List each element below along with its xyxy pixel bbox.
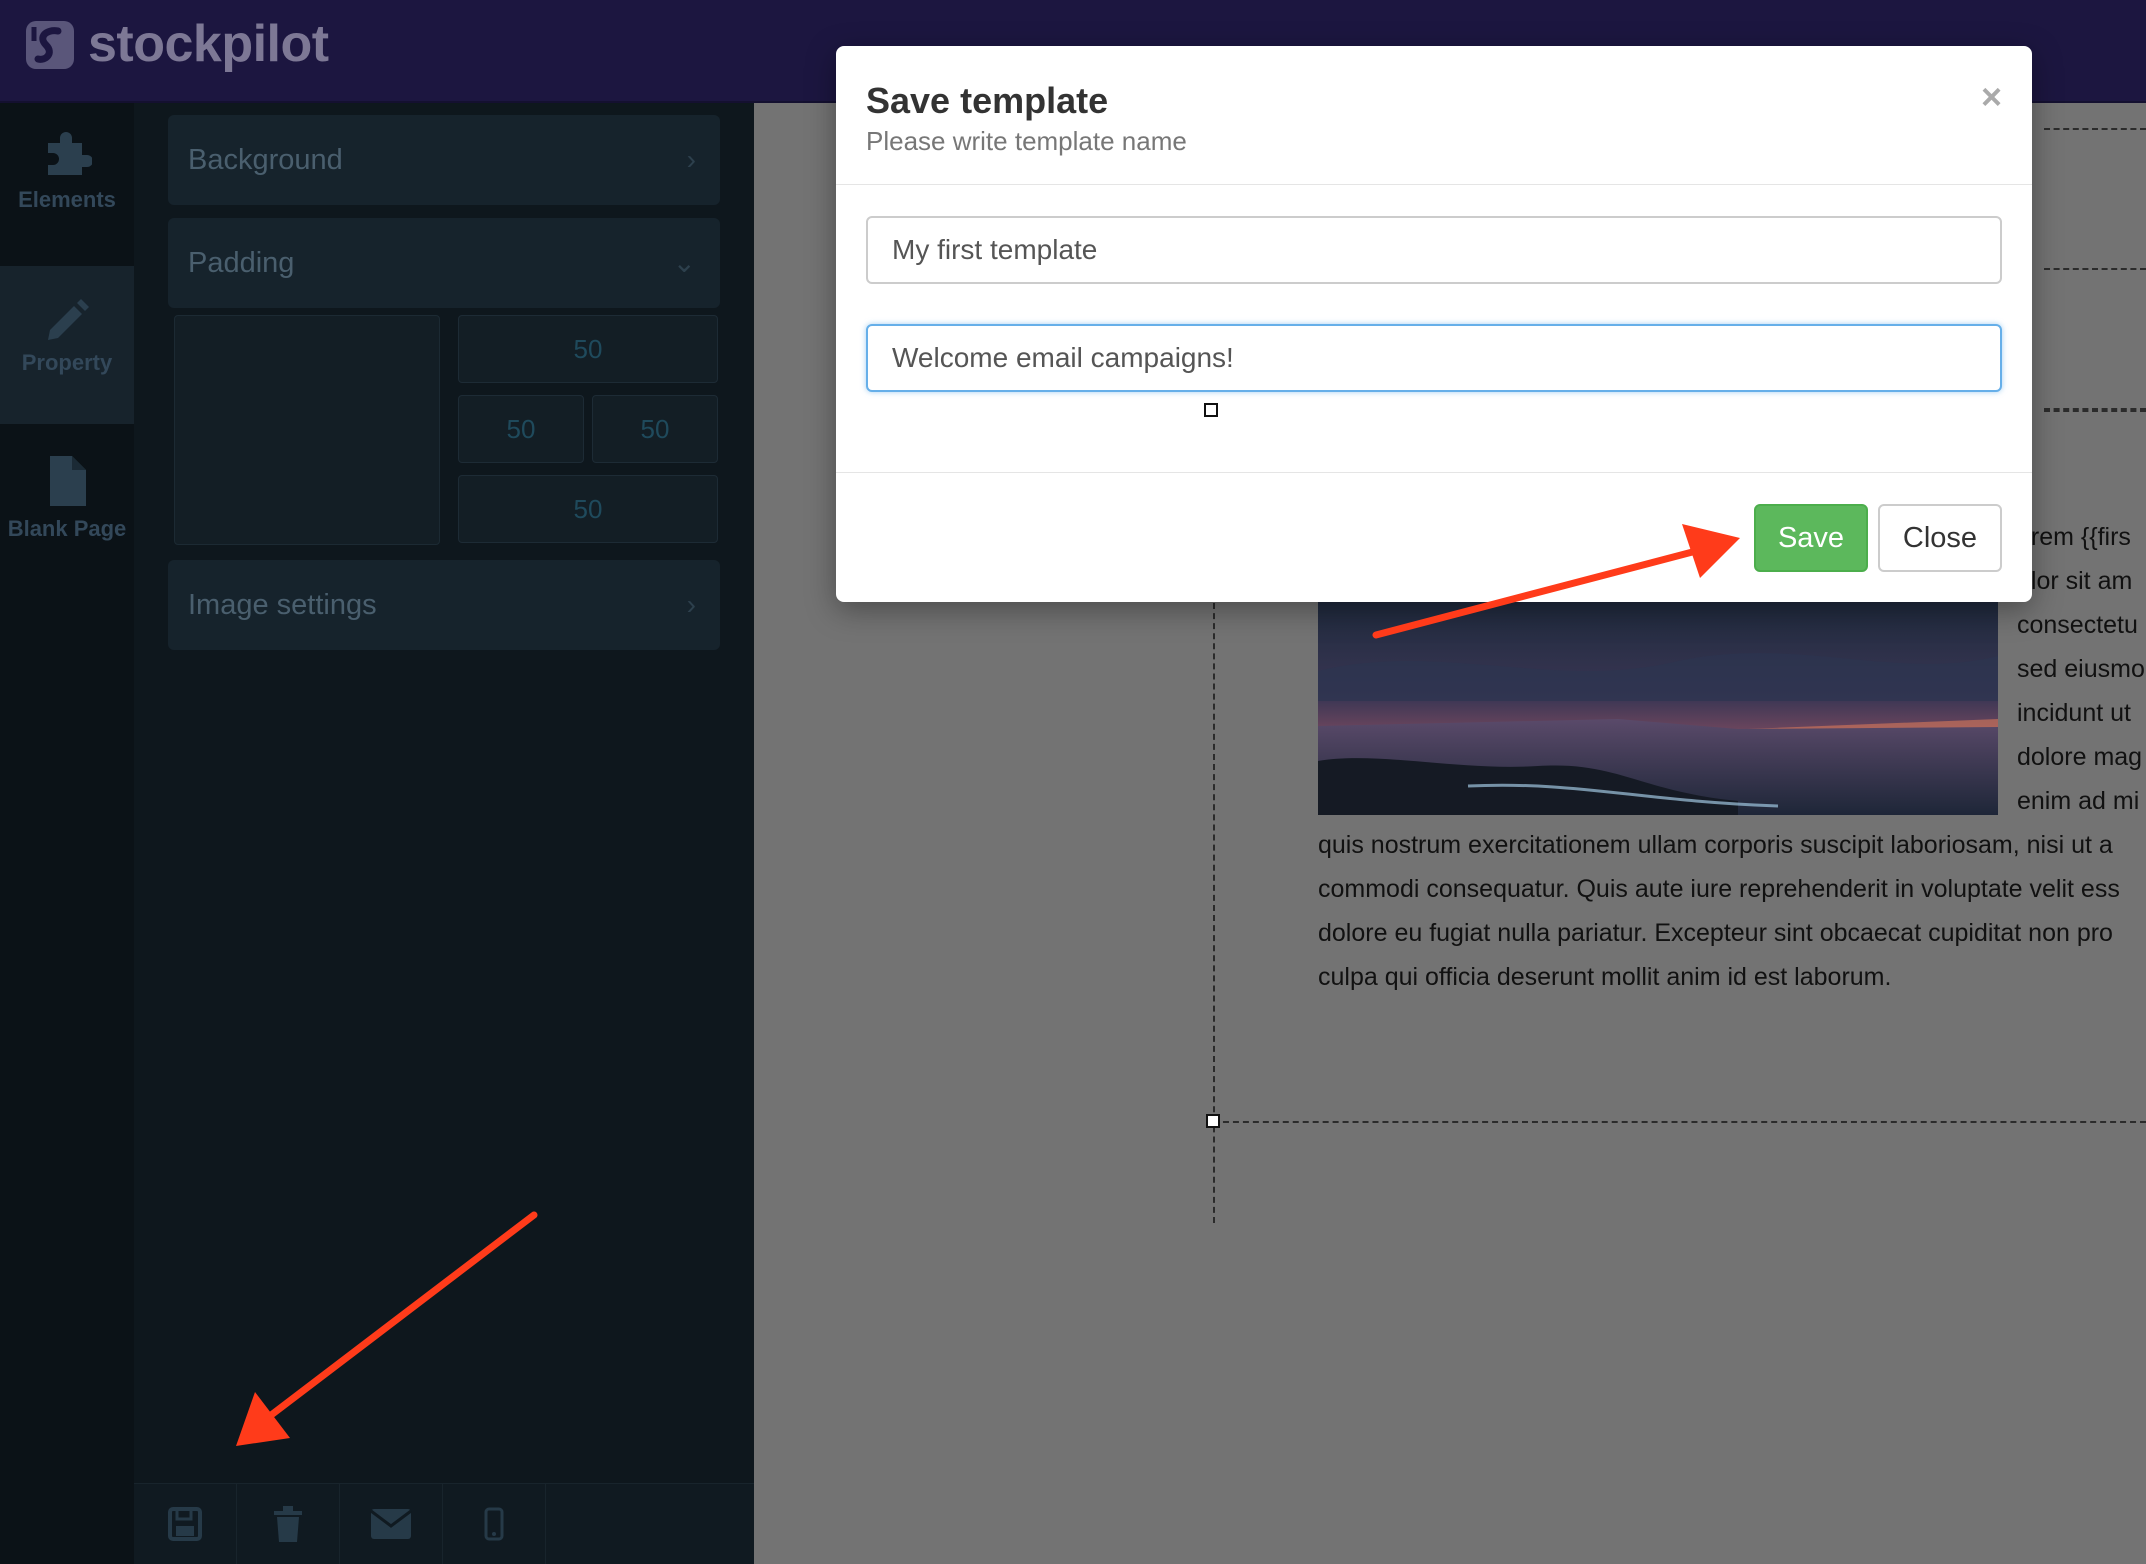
rail-label: Property <box>21 350 113 375</box>
padding-left-input[interactable]: 50 <box>458 395 584 463</box>
chevron-right-icon: › <box>686 144 696 175</box>
block-outline <box>2044 268 2146 270</box>
rail-item-elements[interactable]: Elements <box>0 103 134 261</box>
padding-bottom-input[interactable]: 50 <box>458 475 718 543</box>
mobile-icon <box>484 1507 504 1541</box>
template-name-field[interactable] <box>866 216 2002 284</box>
selected-block-outline <box>1213 603 1215 1223</box>
canvas-text-line: enim ad mi <box>2017 787 2140 815</box>
divider <box>836 472 2032 473</box>
rail-item-property[interactable]: Property <box>0 266 134 424</box>
canvas-text-line: sed eiusmo <box>2017 655 2145 683</box>
canvas-text-line: culpa qui officia deserunt mollit anim i… <box>1318 963 1892 991</box>
selected-block-outline <box>1213 1121 2146 1123</box>
padding-right-input[interactable]: 50 <box>592 395 718 463</box>
canvas-text-line: commodi consequatur. Quis aute iure repr… <box>1318 875 2120 903</box>
beach-sunset-image[interactable] <box>1318 601 1998 815</box>
resize-handle[interactable] <box>1206 1114 1220 1128</box>
save-template-modal: Save template Please write template name… <box>836 46 2032 602</box>
padding-top-input[interactable]: 50 <box>458 315 718 383</box>
bottom-toolbar <box>134 1483 754 1564</box>
divider <box>836 184 2032 185</box>
canvas-text-line: dolore eu fugiat nulla pariatur. Excepte… <box>1318 919 2113 947</box>
accordion-label: Image settings <box>188 589 377 621</box>
trash-icon <box>274 1506 302 1542</box>
brand-name: stockpilot <box>88 15 329 73</box>
accordion-image-settings[interactable]: Image settings › <box>168 560 720 650</box>
chevron-down-icon: ⌄ <box>672 247 696 278</box>
accordion-padding[interactable]: Padding ⌄ <box>168 218 720 308</box>
rail-label: Blank Page <box>7 516 127 541</box>
accordion-background[interactable]: Background › <box>168 115 720 205</box>
accordion-label: Padding <box>188 247 295 279</box>
canvas-text-line: orem {{firs <box>2017 523 2131 551</box>
resize-handle[interactable] <box>1204 403 1218 417</box>
chevron-right-icon: › <box>686 589 696 620</box>
delete-button[interactable] <box>237 1484 340 1564</box>
logo-icon <box>26 21 74 69</box>
rail-item-blank-page[interactable]: Blank Page <box>0 428 134 586</box>
pencil-icon <box>48 299 89 340</box>
accordion-label: Background <box>188 144 343 176</box>
close-icon[interactable]: × <box>1981 76 2002 118</box>
envelope-icon <box>370 1509 412 1539</box>
block-outline <box>2044 410 2146 412</box>
block-outline <box>2044 128 2146 130</box>
padding-preview <box>174 315 440 545</box>
canvas-text-line: olor sit am <box>2017 567 2133 595</box>
sidebar-rail: Elements Property Blank Page <box>0 103 134 1564</box>
file-icon <box>50 456 86 506</box>
mobile-preview-button[interactable] <box>443 1484 546 1564</box>
template-description-field[interactable] <box>866 324 2002 392</box>
canvas-text-line: consectetu <box>2017 611 2138 639</box>
canvas-text-line: quis nostrum exercitationem ullam corpor… <box>1318 831 2113 859</box>
save-button[interactable]: Save <box>1754 504 1868 572</box>
send-email-button[interactable] <box>340 1484 443 1564</box>
puzzle-icon <box>48 132 92 175</box>
canvas-text-line: incidunt ut <box>2017 699 2131 727</box>
settings-panel: Background › Padding ⌄ 50 50 50 50 Image… <box>134 103 754 1564</box>
canvas-text-line: dolore mag <box>2017 743 2143 771</box>
modal-title: Save template <box>866 80 1109 121</box>
close-button[interactable]: Close <box>1878 504 2002 572</box>
modal-subtitle: Please write template name <box>866 126 1187 156</box>
save-template-button[interactable] <box>134 1484 237 1564</box>
save-icon <box>168 1507 202 1541</box>
rail-label: Elements <box>18 187 116 212</box>
